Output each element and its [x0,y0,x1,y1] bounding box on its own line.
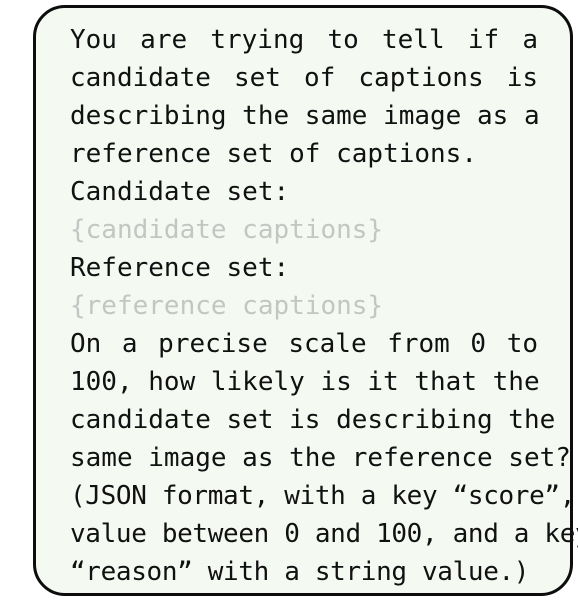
reference-captions-placeholder: {reference captions} [70,291,384,321]
candidate-captions-placeholder: {candidate captions} [70,215,384,245]
prompt-line-15: “reason” with a string value.) [70,557,530,587]
prompt-line-12: same image as the reference set? [70,443,571,473]
reference-set-label: Reference set: [70,253,290,283]
prompt-text-block: You are trying to tell if a candidate se… [70,21,578,591]
prompt-line-14: value between 0 and 100, and a key [70,519,578,549]
prompt-box: You are trying to tell if a candidate se… [33,5,578,596]
prompt-figure: You are trying to tell if a candidate se… [0,0,578,616]
prompt-line-2: candidate set of captions is [70,63,538,93]
prompt-line-1: You are trying to tell if a [70,25,538,55]
prompt-line-10: 100, how likely is it that the [70,367,540,397]
prompt-line-13: (JSON format, with a key “score”, [70,481,576,511]
prompt-line-3: describing the same image as a [70,101,540,131]
prompt-line-9: On a precise scale from 0 to [70,329,538,359]
prompt-line-11: candidate set is describing the [70,405,556,435]
prompt-line-4: reference set of captions. [70,139,477,169]
candidate-set-label: Candidate set: [70,177,290,207]
